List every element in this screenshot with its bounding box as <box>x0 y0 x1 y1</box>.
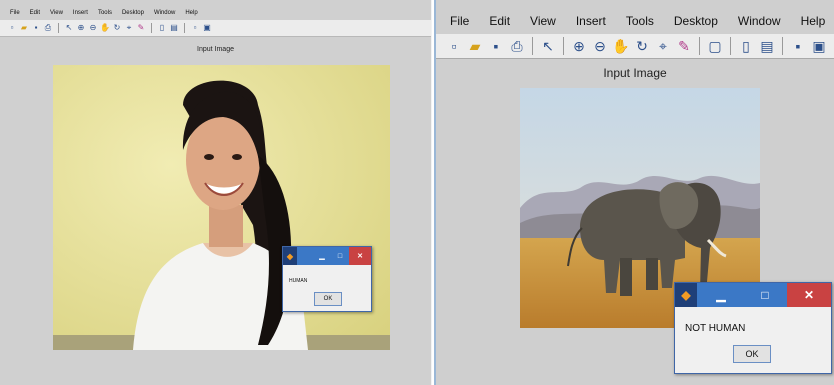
menu-file[interactable]: File <box>10 10 20 16</box>
toolbar-separator <box>184 23 185 33</box>
menu-edit[interactable]: Edit <box>30 10 40 16</box>
toolbar-separator <box>782 37 783 55</box>
maximize-icon[interactable]: □ <box>331 247 349 265</box>
edit-plot-pointer-icon[interactable]: ↖ <box>540 37 556 55</box>
minimize-icon[interactable]: ▁ <box>313 247 331 265</box>
toolbar-separator <box>730 37 731 55</box>
brush-icon[interactable]: ✎ <box>137 23 145 33</box>
dialog-titlebar: ◆ ▁ □ ✕ <box>675 283 831 307</box>
zoom-in-icon[interactable]: ⊕ <box>571 37 587 55</box>
pan-icon[interactable]: ✋ <box>612 37 629 55</box>
message-dialog: ◆ ▁ □ ✕ NOT HUMAN OK <box>674 282 832 374</box>
axes-title: Input Image <box>603 66 667 80</box>
save-icon[interactable]: ▪ <box>32 23 40 33</box>
menu-desktop[interactable]: Desktop <box>122 10 144 16</box>
hide-plot-tools-icon[interactable]: ▪ <box>790 37 806 55</box>
data-cursor-icon[interactable]: ⌖ <box>655 37 671 55</box>
matlab-logo-icon: ◆ <box>283 247 297 265</box>
new-figure-icon[interactable]: ▫ <box>446 37 462 55</box>
message-dialog: ◆ ▁ □ ✕ HUMAN OK <box>282 246 372 312</box>
menu-insert[interactable]: Insert <box>576 14 606 28</box>
menu-file[interactable]: File <box>450 14 469 28</box>
figure-window-left: File Edit View Insert Tools Desktop Wind… <box>0 0 432 385</box>
menu-bar: File Edit View Insert Tools Desktop Wind… <box>436 10 834 32</box>
menu-edit[interactable]: Edit <box>489 14 510 28</box>
show-plot-tools-icon[interactable]: ▣ <box>811 37 827 55</box>
ok-button[interactable]: OK <box>314 292 342 306</box>
toolbar-separator <box>563 37 564 55</box>
rotate-3d-icon[interactable]: ↻ <box>113 23 121 33</box>
show-plot-tools-icon[interactable]: ▣ <box>203 23 211 33</box>
figure-toolbar: ▫ ▰ ▪ ⎙ ↖ ⊕ ⊖ ✋ ↻ ⌖ ✎ ▢ ▯ ▤ ▪ ▣ <box>436 34 834 59</box>
brush-icon[interactable]: ✎ <box>676 37 692 55</box>
matlab-logo-icon: ◆ <box>675 283 697 307</box>
menu-help[interactable]: Help <box>801 14 826 28</box>
new-figure-icon[interactable]: ▫ <box>8 23 16 33</box>
close-icon[interactable]: ✕ <box>787 283 831 307</box>
toolbar-separator <box>151 23 152 33</box>
menu-window[interactable]: Window <box>738 14 781 28</box>
ok-button[interactable]: OK <box>733 345 771 363</box>
menu-view[interactable]: View <box>530 14 556 28</box>
maximize-icon[interactable]: □ <box>743 283 787 307</box>
figure-window-right: File Edit View Insert Tools Desktop Wind… <box>434 0 834 385</box>
zoom-in-icon[interactable]: ⊕ <box>77 23 85 33</box>
menu-tools[interactable]: Tools <box>98 10 112 16</box>
toolbar-separator <box>699 37 700 55</box>
rotate-3d-icon[interactable]: ↻ <box>634 37 650 55</box>
hide-plot-tools-icon[interactable]: ▫ <box>191 23 199 33</box>
minimize-icon[interactable]: ▁ <box>699 283 743 307</box>
link-plot-icon[interactable]: ▢ <box>707 37 723 55</box>
edit-plot-pointer-icon[interactable]: ↖ <box>65 23 73 33</box>
dialog-message: NOT HUMAN <box>685 323 746 334</box>
menu-bar: File Edit View Insert Tools Desktop Wind… <box>0 6 431 20</box>
insert-legend-icon[interactable]: ▤ <box>170 23 178 33</box>
toolbar-separator <box>532 37 533 55</box>
menu-window[interactable]: Window <box>154 10 175 16</box>
open-file-icon[interactable]: ▰ <box>20 23 28 33</box>
menu-tools[interactable]: Tools <box>626 14 654 28</box>
open-file-icon[interactable]: ▰ <box>467 37 483 55</box>
menu-view[interactable]: View <box>50 10 63 16</box>
insert-legend-icon[interactable]: ▤ <box>759 37 775 55</box>
toolbar-separator <box>58 23 59 33</box>
figure-toolbar: ▫ ▰ ▪ ⎙ ↖ ⊕ ⊖ ✋ ↻ ⌖ ✎ ▯ ▤ ▫ ▣ <box>0 20 431 37</box>
dialog-message: HUMAN <box>289 278 308 284</box>
pan-icon[interactable]: ✋ <box>100 23 110 33</box>
menu-help[interactable]: Help <box>185 10 197 16</box>
menu-insert[interactable]: Insert <box>73 10 88 16</box>
insert-colorbar-icon[interactable]: ▯ <box>158 23 166 33</box>
menu-desktop[interactable]: Desktop <box>674 14 718 28</box>
close-icon[interactable]: ✕ <box>349 247 371 265</box>
dialog-titlebar: ◆ ▁ □ ✕ <box>283 247 371 265</box>
zoom-out-icon[interactable]: ⊖ <box>89 23 97 33</box>
data-cursor-icon[interactable]: ⌖ <box>125 23 133 33</box>
print-icon[interactable]: ⎙ <box>509 37 525 55</box>
save-icon[interactable]: ▪ <box>488 37 504 55</box>
zoom-out-icon[interactable]: ⊖ <box>592 37 608 55</box>
insert-colorbar-icon[interactable]: ▯ <box>738 37 754 55</box>
axes-title: Input Image <box>197 46 234 53</box>
print-icon[interactable]: ⎙ <box>44 23 52 33</box>
